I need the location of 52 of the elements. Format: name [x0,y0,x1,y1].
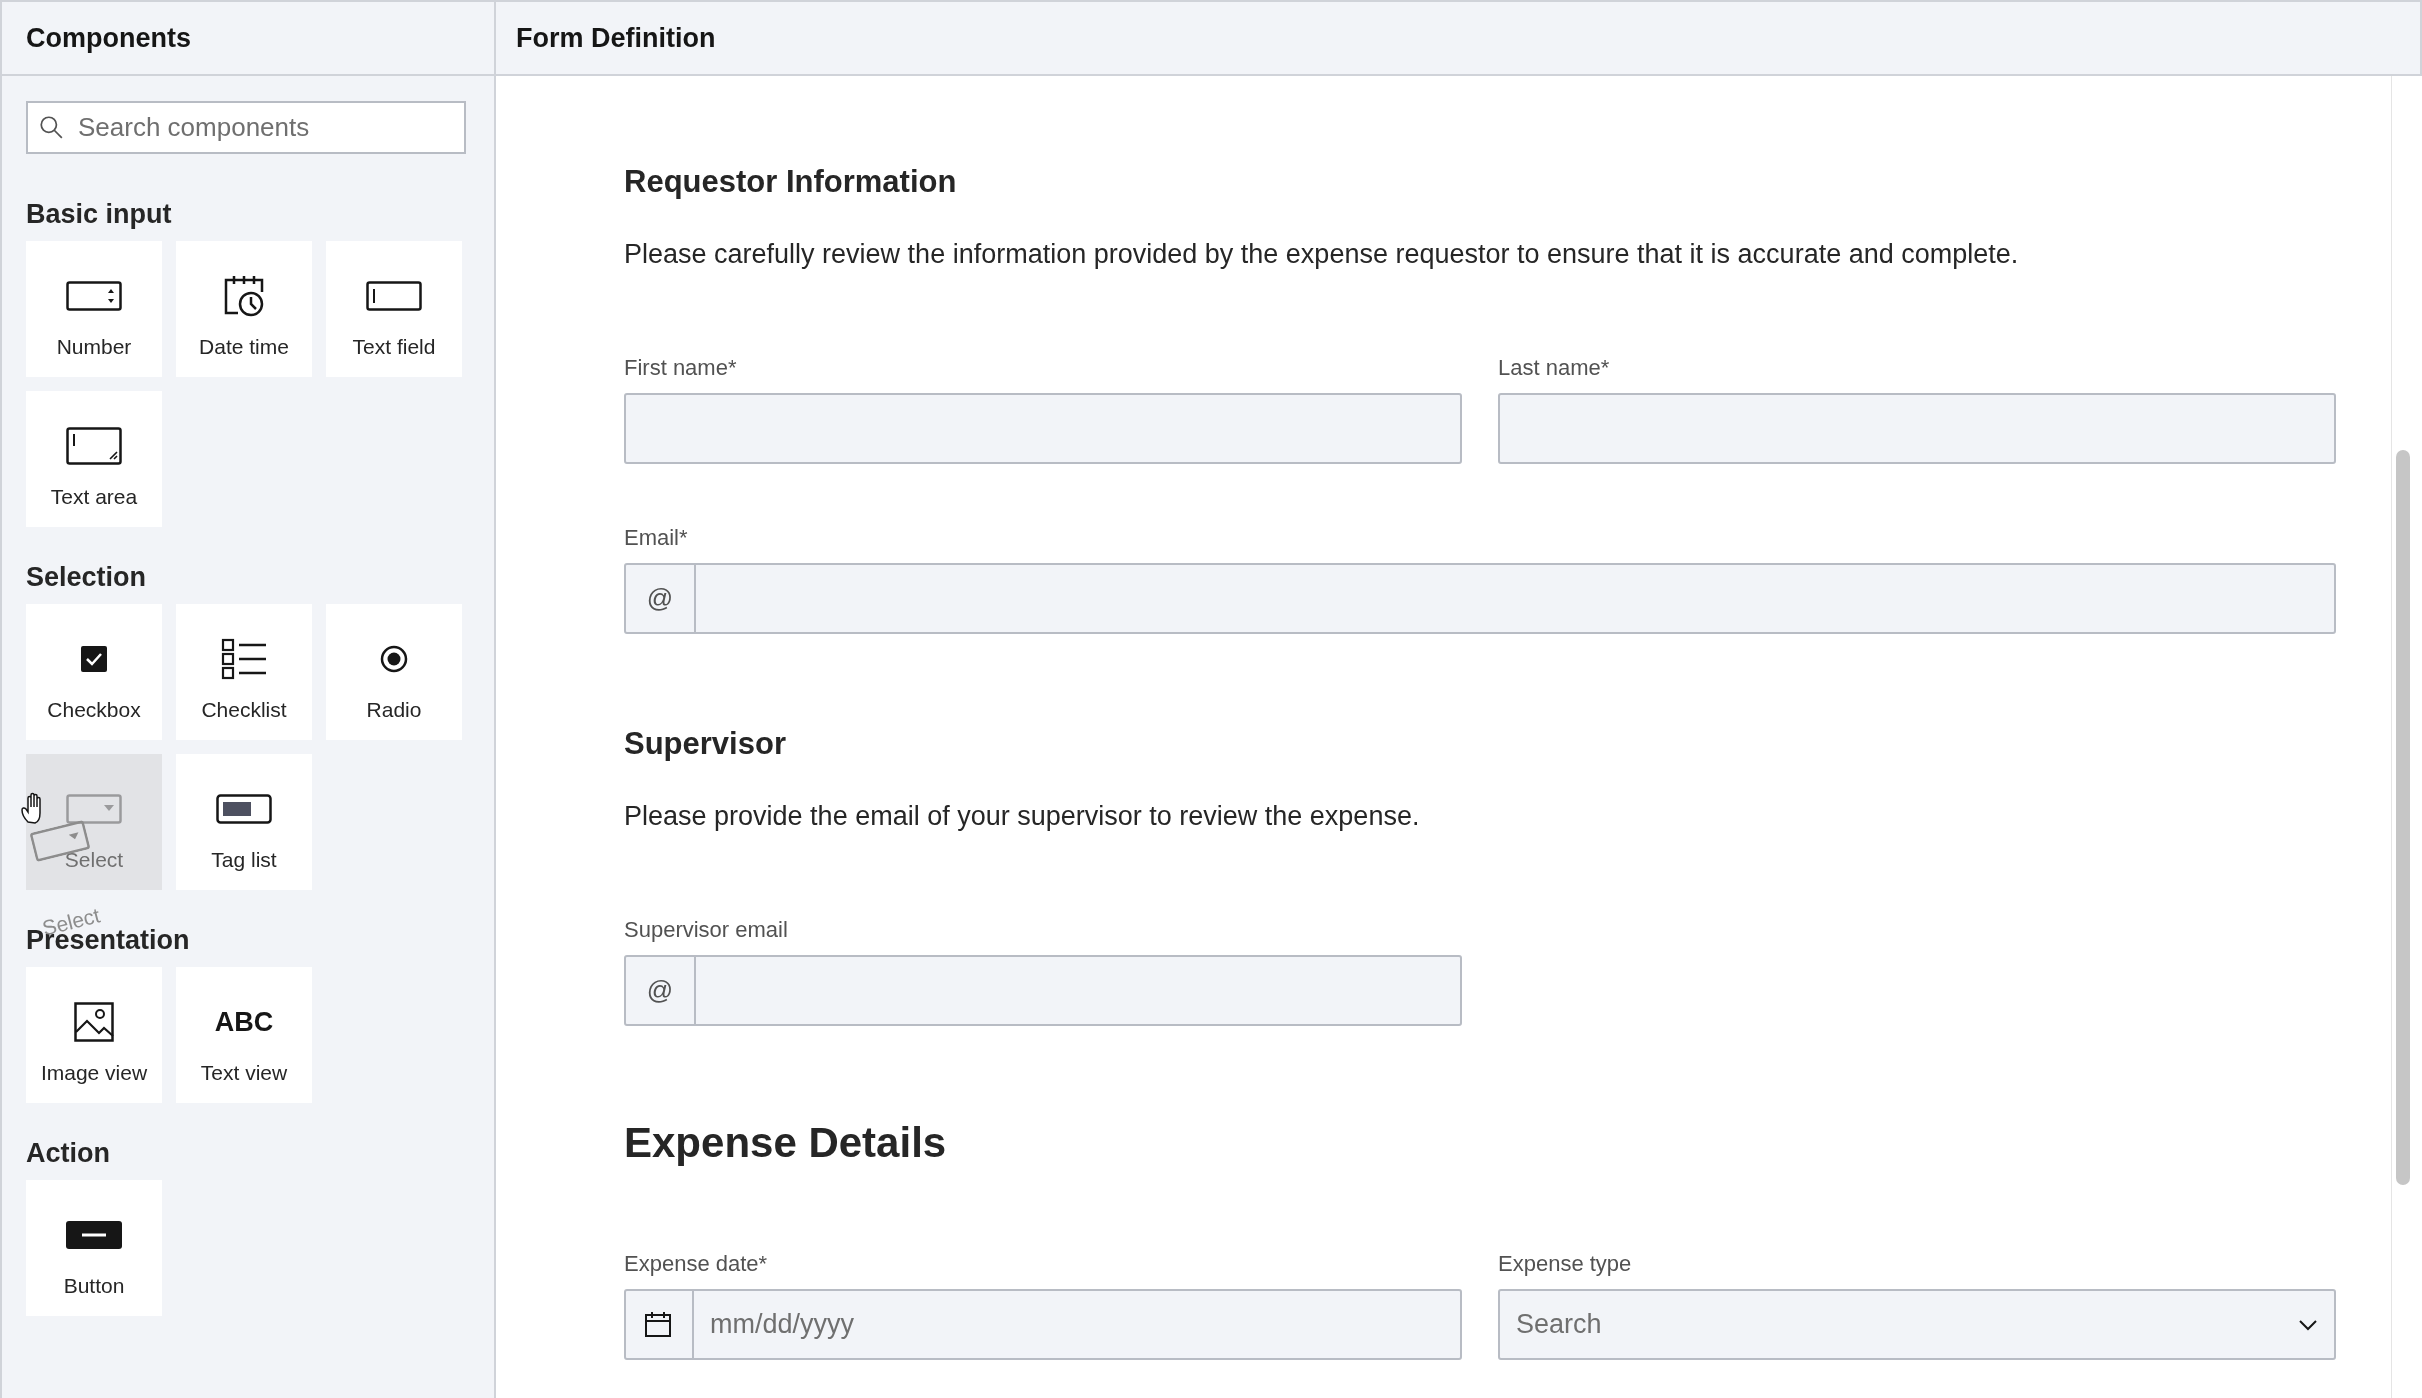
panel-title: Form Definition [516,22,716,54]
calendar-icon [644,1310,672,1338]
at-prefix: @ [626,957,696,1024]
component-tile[interactable]: Text field [326,241,462,377]
chevron-down-icon [2298,1319,2318,1331]
text-input[interactable] [624,393,1462,464]
component-tile[interactable]: Checkbox [26,604,162,740]
component-tile[interactable]: Image view [26,967,162,1103]
field-label: Last name* [1498,354,1611,382]
section-description: Please carefully review the information provided by the expense requestor to ensure that it is accurate and complete. [624,238,2020,271]
component-tile[interactable]: Text area [26,391,162,527]
section-title: Action [26,1137,111,1169]
email-input[interactable]: @ [624,955,1462,1026]
text-input[interactable] [1498,393,2336,464]
section-title: Basic input [26,198,173,230]
date-input[interactable]: mm/dd/yyyy [624,1289,1462,1360]
field-label: Expense type [1498,1250,1633,1278]
component-tile[interactable]: Date time [176,241,312,377]
text-field-icon [366,281,422,311]
panel-title: Components [26,22,191,54]
field-label: Expense date* [624,1250,769,1278]
number-field-icon [66,281,122,311]
search-field[interactable]: Search components [26,101,466,154]
checklist-icon [221,638,267,680]
section-heading: Expense Details [624,1118,948,1168]
scrollbar-thumb[interactable] [2396,450,2410,1185]
field-label: First name* [624,354,738,382]
component-tile[interactable]: Number [26,241,162,377]
section-heading: Supervisor [624,726,787,762]
search-icon [38,114,64,140]
section-description: Please provide the email of your supervisor to review the expense. [624,800,1421,833]
calendar-clock-icon [224,275,264,317]
checkbox-icon [81,646,107,672]
component-tile[interactable]: Tag list [176,754,312,890]
image-icon [74,1002,114,1042]
section-heading: Requestor Information [624,164,958,200]
tag-list-icon [216,794,272,824]
text-glyph: ABC [214,1006,274,1038]
component-tile[interactable]: ABC Text view [176,967,312,1103]
component-tile[interactable]: Button [26,1180,162,1316]
email-input[interactable]: @ [624,563,2336,634]
field-label: Email* [624,524,689,552]
radio-icon [380,645,408,673]
button-icon [66,1221,122,1249]
at-prefix: @ [626,565,696,632]
text-area-icon [66,427,122,465]
section-title: Selection [26,561,148,593]
component-tile[interactable]: Checklist [176,604,312,740]
component-tile[interactable]: Radio [326,604,462,740]
select-input[interactable]: Search [1498,1289,2336,1360]
component-tile[interactable]: Select [26,754,162,890]
field-label: Supervisor email [624,916,789,944]
